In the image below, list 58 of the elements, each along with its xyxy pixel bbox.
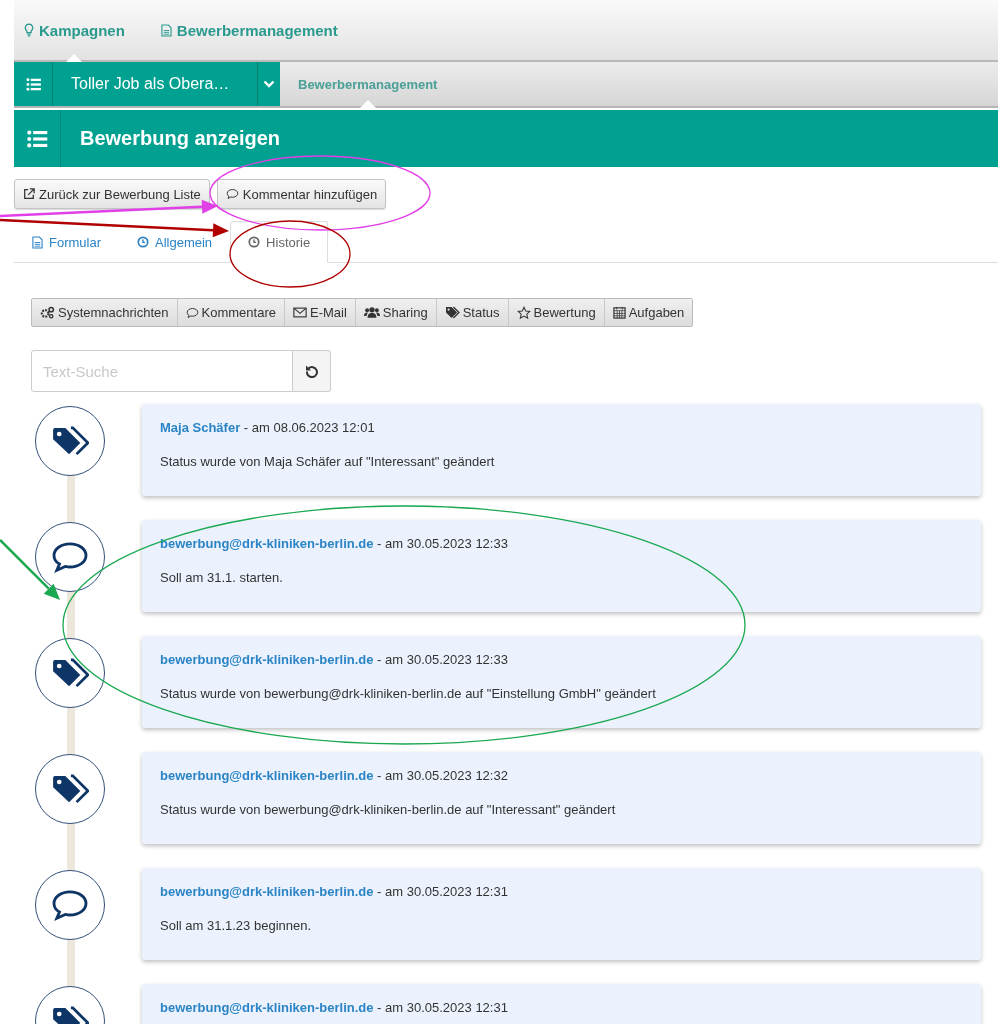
clock-icon	[137, 236, 149, 248]
author-link[interactable]: bewerbung@drk-kliniken-berlin.de	[160, 768, 374, 783]
tab[interactable]: Formular	[14, 221, 119, 263]
caret-icon	[263, 80, 275, 88]
entry-date: - am 30.05.2023 12:32	[376, 768, 508, 783]
filter-button[interactable]: Aufgaben	[604, 299, 693, 326]
author-link[interactable]: bewerbung@drk-kliniken-berlin.de	[160, 1000, 374, 1015]
entry-date: - am 30.05.2023 12:31	[376, 884, 508, 899]
filter-button[interactable]: Kommentare	[177, 299, 285, 326]
filter-button[interactable]: E-Mail	[285, 299, 356, 326]
page-title: Bewerbung anzeigen	[79, 126, 281, 151]
tab[interactable]: Historie	[230, 221, 329, 263]
tags-icon	[444, 306, 460, 319]
external-link-icon	[23, 188, 35, 200]
speech-bubble-icon	[51, 889, 89, 921]
filter-button[interactable]: Systemnachrichten	[32, 299, 178, 326]
reset-button[interactable]	[293, 350, 331, 392]
nav-link[interactable]: Bewerbermanagement	[160, 0, 338, 60]
reset-icon	[304, 364, 319, 378]
speech-bubble-icon	[51, 541, 89, 573]
entry-message: Soll am 31.1. starten.	[160, 570, 284, 585]
lightbulb-icon	[24, 23, 34, 37]
menu-icon	[25, 77, 41, 91]
document-icon	[160, 23, 172, 37]
speech-bubble-icon	[225, 188, 239, 200]
nav-link[interactable]: Kampagnen	[24, 0, 125, 60]
nav-tab[interactable]: Bewerbermanagement	[280, 62, 456, 106]
filter-button[interactable]: Status	[436, 299, 509, 326]
tags-icon	[51, 774, 89, 804]
filter-button[interactable]: Sharing	[355, 299, 437, 326]
speech-bubble-icon	[185, 306, 199, 319]
entry-message: Status wurde von bewerbung@drk-kliniken-berlin.de auf "Interessant" geändert	[160, 802, 617, 817]
gears-icon	[40, 306, 55, 319]
filter-button[interactable]: Bewertung	[508, 299, 605, 326]
entry-message: Status wurde von Maja Schäfer auf "Interessant" geändert	[160, 454, 496, 469]
author-link[interactable]: bewerbung@drk-kliniken-berlin.de	[160, 652, 374, 667]
entry-date: - am 30.05.2023 12:33	[376, 536, 508, 551]
envelope-icon	[293, 307, 307, 318]
author-link[interactable]: bewerbung@drk-kliniken-berlin.de	[160, 884, 374, 899]
tags-icon	[51, 658, 89, 688]
entry-date: - am 30.05.2023 12:31	[376, 1000, 508, 1015]
calendar-icon	[612, 306, 626, 319]
users-icon	[363, 306, 380, 319]
action-button[interactable]: Kommentar hinzufügen	[216, 179, 387, 209]
author-link[interactable]: bewerbung@drk-kliniken-berlin.de	[160, 536, 374, 551]
tab[interactable]: Allgemein	[119, 221, 231, 263]
entry-date: - am 30.05.2023 12:33	[376, 652, 508, 667]
star-icon	[516, 305, 531, 320]
entry-message: Status wurde von bewerbung@drk-kliniken-berlin.de auf "Einstellung GmbH" geändert	[160, 686, 657, 701]
menu-button[interactable]	[14, 62, 53, 106]
entry-date: - am 08.06.2023 12:01	[242, 420, 375, 435]
tags-icon	[51, 426, 89, 456]
clock-icon	[248, 236, 261, 248]
author-link[interactable]: Maja Schäfer	[160, 420, 241, 435]
list-icon	[26, 129, 48, 148]
document-icon	[32, 235, 43, 249]
entry-message: Soll am 31.1.23 beginnen.	[160, 918, 313, 933]
action-button[interactable]: Zurück zur Bewerbung Liste	[14, 179, 210, 209]
